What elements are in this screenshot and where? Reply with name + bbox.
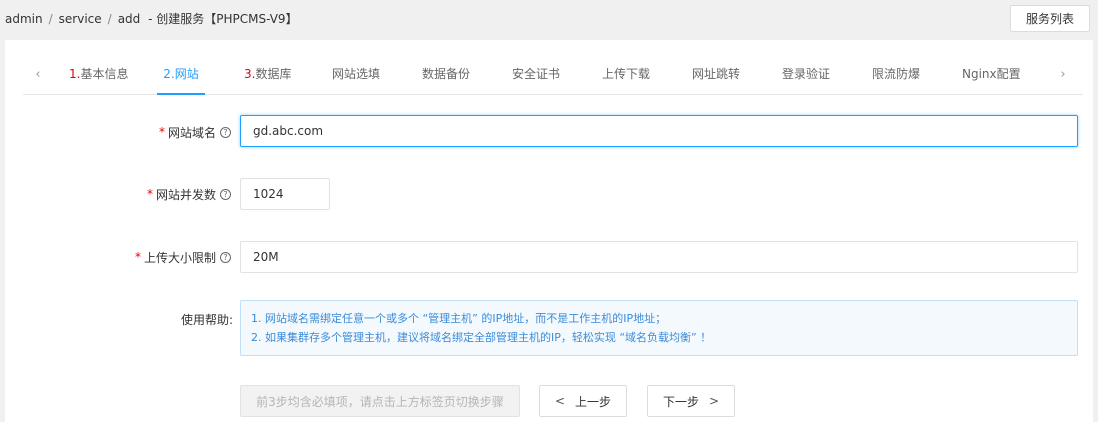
breadcrumb-separator: /: [107, 12, 112, 26]
chevron-left-icon: <: [554, 394, 566, 408]
service-list-button[interactable]: 服务列表: [1010, 5, 1090, 32]
required-mark: *: [134, 250, 141, 264]
tab-nginx-config[interactable]: Nginx配置: [962, 55, 1021, 93]
top-bar: admin / service / add - 创建服务【PHPCMS-V9】 服务列表: [0, 0, 1098, 38]
tab-ssl-certificate[interactable]: 安全证书: [512, 55, 560, 93]
domain-input[interactable]: [240, 115, 1078, 147]
upload-limit-input[interactable]: [240, 241, 1078, 273]
tab-website[interactable]: 2.网站: [157, 55, 205, 95]
tab-data-backup[interactable]: 数据备份: [422, 55, 470, 93]
prev-step-label: 上一步: [575, 394, 612, 409]
breadcrumb-item-service[interactable]: service: [59, 12, 102, 26]
required-mark: *: [146, 187, 153, 201]
tab-rate-limit[interactable]: 限流防爆: [872, 55, 920, 93]
required-mark: *: [158, 125, 165, 139]
tab-scroll-right-icon[interactable]: ›: [1048, 55, 1078, 93]
tab-step-number: 2.: [163, 67, 175, 81]
concurrency-label: * 网站并发数?: [105, 178, 231, 210]
tab-step-number: 1.: [69, 67, 81, 81]
question-icon[interactable]: ?: [220, 188, 231, 200]
page-title: - 创建服务【PHPCMS-V9】: [148, 12, 298, 26]
domain-label-text: 网站域名: [167, 125, 216, 140]
step-tabs: ‹ 1.基本信息 2.网站 3.数据库 网站选填 数据备份 安全证书 上传下载 …: [23, 55, 1083, 95]
breadcrumb-separator: /: [48, 12, 53, 26]
tab-scroll-left-icon[interactable]: ‹: [23, 55, 53, 93]
domain-label: * 网站域名?: [105, 116, 231, 148]
tab-step-number: 3.: [244, 67, 256, 81]
form-card: ‹ 1.基本信息 2.网站 3.数据库 网站选填 数据备份 安全证书 上传下载 …: [5, 40, 1093, 422]
upload-limit-label-text: 上传大小限制: [143, 250, 216, 265]
help-line: 2. 如果集群存多个管理主机，建议将域名绑定全部管理主机的IP，轻松实现 “域名…: [251, 331, 712, 344]
tab-database[interactable]: 3.数据库: [244, 55, 291, 93]
help-box: 1. 网站域名需绑定任意一个或多个 “管理主机” 的IP地址，而不是工作主机的I…: [240, 300, 1078, 356]
steps-hint-button[interactable]: 前3步均含必填项，请点击上方标签页切换步骤: [240, 385, 520, 417]
breadcrumb-item-admin[interactable]: admin: [5, 12, 43, 26]
tab-login-auth[interactable]: 登录验证: [782, 55, 830, 93]
tab-label: 数据库: [255, 67, 292, 81]
chevron-right-icon: >: [708, 394, 720, 408]
prev-step-button[interactable]: < 上一步: [539, 385, 627, 417]
question-icon[interactable]: ?: [220, 126, 231, 138]
upload-limit-label: * 上传大小限制?: [105, 241, 231, 273]
tab-label: 基本信息: [80, 67, 129, 81]
concurrency-label-text: 网站并发数: [155, 187, 216, 202]
tab-website-optional[interactable]: 网站选填: [332, 55, 380, 93]
breadcrumb-item-add: add: [117, 12, 141, 26]
tab-label: 网站: [174, 67, 199, 81]
help-line: 1. 网站域名需绑定任意一个或多个 “管理主机” 的IP地址，而不是工作主机的I…: [251, 312, 667, 325]
question-icon[interactable]: ?: [220, 251, 231, 263]
next-step-button[interactable]: 下一步 >: [647, 385, 735, 417]
tab-url-redirect[interactable]: 网址跳转: [692, 55, 740, 93]
tab-upload-download[interactable]: 上传下载: [602, 55, 650, 93]
tab-basic-info[interactable]: 1.基本信息: [69, 55, 128, 93]
help-label: 使用帮助:: [180, 312, 233, 327]
next-step-label: 下一步: [662, 394, 699, 409]
concurrency-input[interactable]: [240, 178, 330, 210]
breadcrumb: admin / service / add - 创建服务【PHPCMS-V9】: [5, 10, 298, 27]
